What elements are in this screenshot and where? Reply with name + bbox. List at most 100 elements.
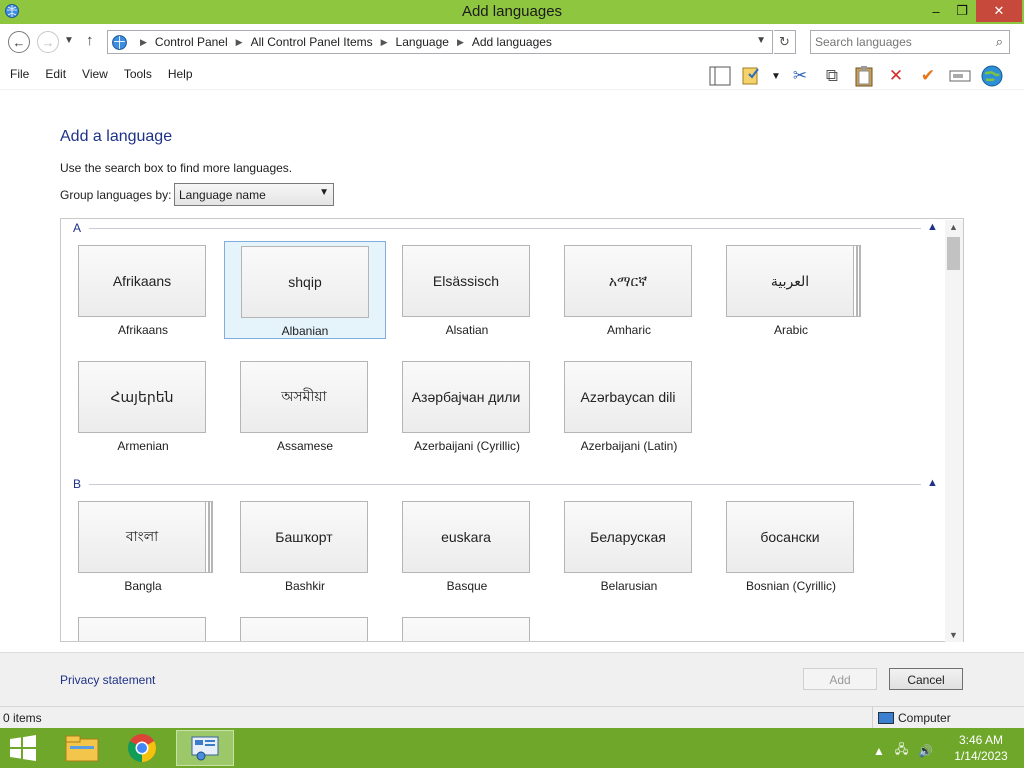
language-tile[interactable]: አማርኛ Amharic bbox=[548, 241, 710, 339]
language-tile[interactable]: Հայերեն Armenian bbox=[62, 357, 224, 455]
status-divider bbox=[872, 707, 873, 729]
up-arrow-icon[interactable]: ↑ bbox=[86, 32, 94, 49]
minimize-button[interactable]: – bbox=[922, 0, 950, 22]
menu-tools[interactable]: Tools bbox=[116, 67, 160, 81]
language-native-name: Afrikaans bbox=[78, 245, 206, 317]
language-tile-selected[interactable]: shqip Albanian bbox=[224, 241, 386, 339]
language-native-name: euskara bbox=[402, 501, 530, 573]
scroll-thumb[interactable] bbox=[947, 237, 960, 270]
breadcrumb-add-languages[interactable]: Add languages bbox=[472, 35, 552, 49]
language-native-name bbox=[78, 617, 206, 641]
scroll-down-icon[interactable]: ▼ bbox=[949, 630, 958, 640]
collapse-group-icon[interactable]: ▲ bbox=[927, 477, 938, 489]
language-tile[interactable] bbox=[62, 613, 224, 641]
control-panel-taskbar-icon[interactable] bbox=[176, 730, 234, 766]
language-native-name: অসমীয়া bbox=[240, 361, 368, 433]
breadcrumb-all-items[interactable]: All Control Panel Items bbox=[251, 35, 373, 49]
group-by-select[interactable]: Language name ▼ bbox=[174, 183, 334, 206]
collapse-group-icon[interactable]: ▲ bbox=[927, 221, 938, 233]
menu-help[interactable]: Help bbox=[160, 67, 201, 81]
search-box[interactable]: ⌕ bbox=[810, 30, 1010, 54]
language-tile[interactable]: Elsässisch Alsatian bbox=[386, 241, 548, 339]
recent-locations-chevron-icon[interactable]: ▼ bbox=[64, 35, 74, 46]
status-bar: 0 items Computer bbox=[0, 706, 1024, 729]
language-native-name bbox=[240, 617, 368, 641]
breadcrumb-control-panel[interactable]: Control Panel bbox=[155, 35, 228, 49]
network-icon[interactable]: 🖧 bbox=[895, 740, 908, 761]
language-native-name: বাংলা bbox=[78, 501, 206, 573]
language-native-name: Elsässisch bbox=[402, 245, 530, 317]
properties-icon[interactable] bbox=[736, 64, 768, 88]
group-header-b: B bbox=[73, 477, 82, 491]
computer-icon bbox=[878, 712, 894, 724]
windows-start-icon[interactable] bbox=[8, 734, 38, 762]
address-dropdown-icon[interactable]: ▼ bbox=[756, 35, 766, 46]
back-arrow-icon[interactable]: ← bbox=[8, 31, 30, 53]
chrome-icon[interactable] bbox=[114, 730, 170, 766]
breadcrumb-separator-icon[interactable]: ▶ bbox=[236, 37, 243, 48]
properties-dropdown-icon[interactable]: ▼ bbox=[768, 64, 784, 88]
menu-bar: File Edit View Tools Help ▼ ✂ ⧉ ✕ ✔ bbox=[0, 60, 1024, 90]
breadcrumb: ▶ Control Panel ▶ All Control Panel Item… bbox=[132, 35, 552, 49]
scroll-up-icon[interactable]: ▲ bbox=[949, 222, 958, 232]
search-input[interactable] bbox=[815, 32, 985, 52]
system-tray: ▲ 🖧 🔊 bbox=[873, 740, 943, 761]
language-tile[interactable]: العربية Arabic bbox=[710, 241, 872, 339]
forward-arrow-icon[interactable]: → bbox=[37, 31, 59, 53]
menu-view[interactable]: View bbox=[74, 67, 116, 81]
cancel-button[interactable]: Cancel bbox=[889, 668, 963, 690]
toolbar: ▼ ✂ ⧉ ✕ ✔ bbox=[704, 63, 1008, 89]
language-native-name: Беларуская bbox=[564, 501, 692, 573]
language-name: Albanian bbox=[281, 324, 329, 338]
language-tile[interactable]: অসমীয়া Assamese bbox=[224, 357, 386, 455]
refresh-icon[interactable]: ↻ bbox=[774, 30, 796, 54]
language-tile[interactable]: Afrikaans Afrikaans bbox=[62, 241, 224, 339]
privacy-statement-link[interactable]: Privacy statement bbox=[60, 673, 155, 687]
language-native-name bbox=[402, 617, 530, 641]
group-divider bbox=[89, 484, 921, 485]
check-icon[interactable]: ✔ bbox=[912, 64, 944, 88]
breadcrumb-language[interactable]: Language bbox=[396, 35, 449, 49]
menu-edit[interactable]: Edit bbox=[37, 67, 74, 81]
language-name: Amharic bbox=[606, 323, 651, 337]
search-icon[interactable]: ⌕ bbox=[996, 34, 1003, 50]
language-tile[interactable]: босански Bosnian (Cyrillic) bbox=[710, 497, 872, 595]
language-name: Assamese bbox=[276, 439, 334, 453]
language-tile[interactable]: Башҡорт Bashkir bbox=[224, 497, 386, 595]
breadcrumb-separator-icon[interactable]: ▶ bbox=[457, 37, 464, 48]
breadcrumb-separator-icon[interactable]: ▶ bbox=[381, 37, 388, 48]
add-button[interactable]: Add bbox=[803, 668, 877, 690]
rename-icon[interactable] bbox=[944, 64, 976, 88]
language-tile[interactable] bbox=[224, 613, 386, 641]
world-icon[interactable] bbox=[976, 64, 1008, 88]
taskbar-clock[interactable]: 3:46 AM 1/14/2023 bbox=[946, 732, 1016, 764]
language-name: Azerbaijani (Latin) bbox=[580, 439, 678, 453]
page-title: Add a language bbox=[60, 128, 173, 145]
language-tile[interactable] bbox=[386, 613, 548, 641]
paste-icon[interactable] bbox=[848, 64, 880, 88]
language-tile[interactable]: Беларуская Belarusian bbox=[548, 497, 710, 595]
status-location-label: Computer bbox=[898, 711, 951, 725]
language-native-name: Башҡорт bbox=[240, 501, 368, 573]
vertical-scrollbar[interactable]: ▲ ▼ bbox=[945, 220, 963, 642]
menu-file[interactable]: File bbox=[2, 67, 37, 81]
language-name: Bashkir bbox=[284, 579, 325, 593]
language-tile[interactable]: Azərbaycan dili Azerbaijani (Latin) bbox=[548, 357, 710, 455]
copy-icon[interactable]: ⧉ bbox=[816, 64, 848, 88]
close-button[interactable]: ✕ bbox=[976, 0, 1022, 22]
volume-icon[interactable]: 🔊 bbox=[918, 744, 933, 758]
globe-icon bbox=[112, 35, 127, 50]
breadcrumb-separator-icon: ▶ bbox=[140, 36, 147, 47]
address-bar[interactable]: ▶ Control Panel ▶ All Control Panel Item… bbox=[107, 30, 773, 54]
layout-icon[interactable] bbox=[704, 64, 736, 88]
cut-icon[interactable]: ✂ bbox=[784, 64, 816, 88]
language-tile[interactable]: euskara Basque bbox=[386, 497, 548, 595]
maximize-button[interactable]: ❐ bbox=[950, 0, 974, 22]
language-name: Armenian bbox=[117, 439, 169, 453]
file-explorer-icon[interactable] bbox=[54, 730, 110, 766]
clock-time: 3:46 AM bbox=[958, 733, 1004, 747]
delete-icon[interactable]: ✕ bbox=[880, 64, 912, 88]
show-hidden-icons-icon[interactable]: ▲ bbox=[873, 744, 885, 758]
language-tile[interactable]: Азәрбајҹан дили Azerbaijani (Cyrillic) bbox=[386, 357, 548, 455]
language-tile[interactable]: বাংলা Bangla bbox=[62, 497, 224, 595]
